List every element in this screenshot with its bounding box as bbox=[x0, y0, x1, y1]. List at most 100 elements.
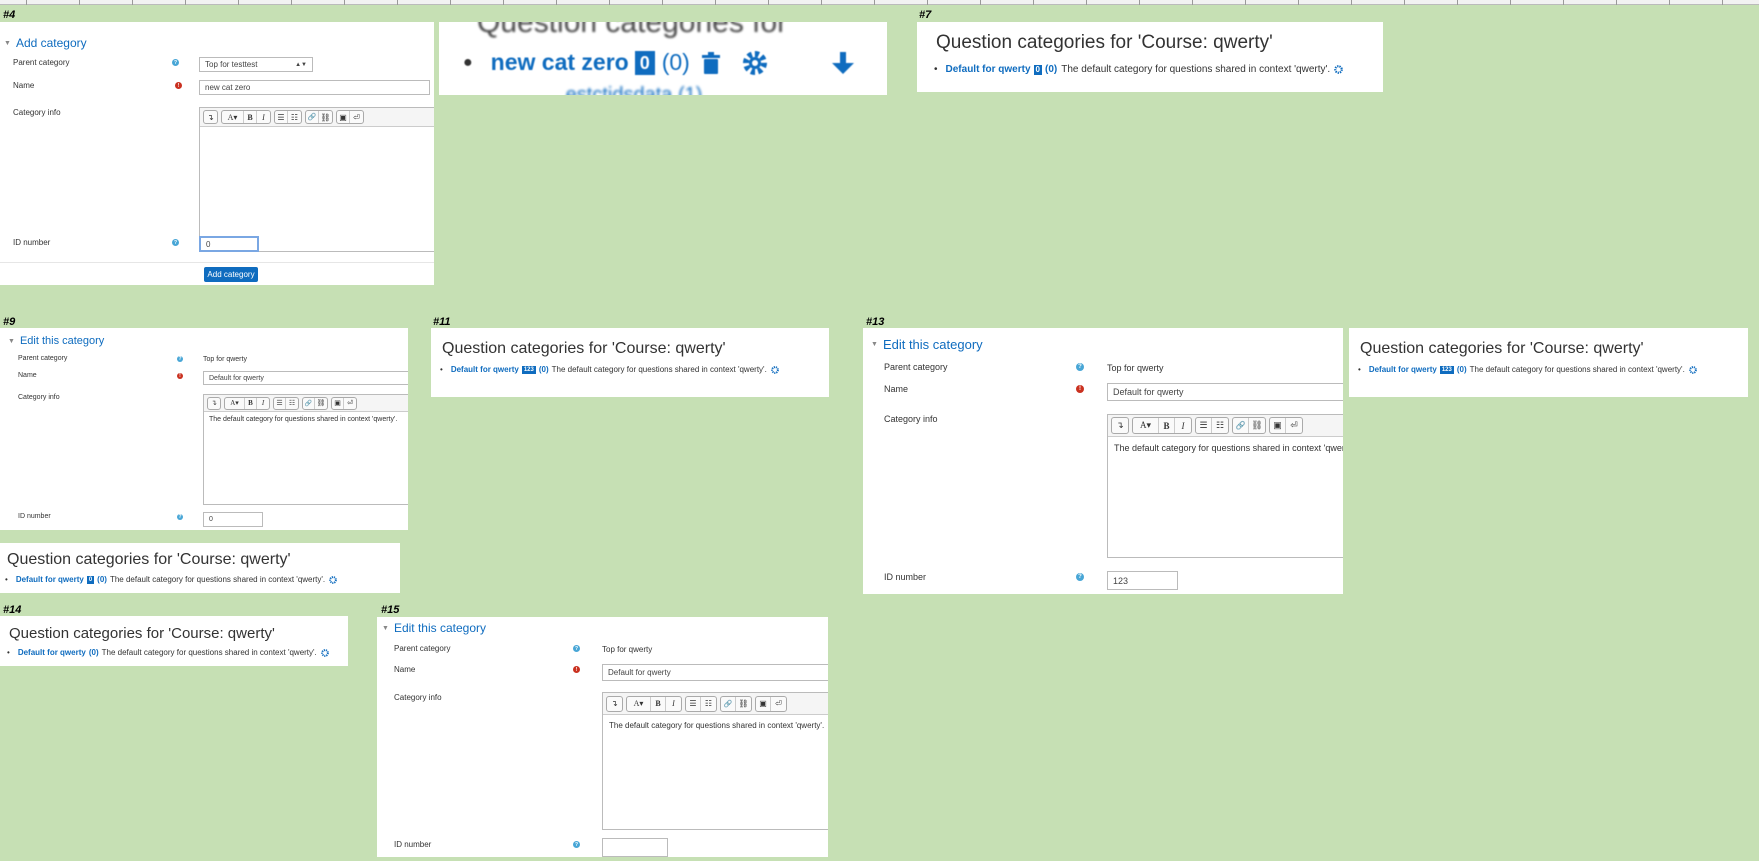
unordered-list-button[interactable]: ☰ bbox=[1196, 418, 1212, 433]
id-number-input[interactable]: 0 bbox=[199, 236, 259, 252]
screenshot-label-9: #9 bbox=[3, 316, 16, 328]
id-number-input[interactable] bbox=[602, 838, 668, 857]
image-button[interactable]: ▣ bbox=[1270, 418, 1286, 433]
add-category-button[interactable]: Add category bbox=[204, 267, 258, 282]
editor-content[interactable]: The default category for questions share… bbox=[204, 412, 408, 427]
form-legend[interactable]: ▼ Edit this category bbox=[8, 335, 104, 347]
font-style-button[interactable]: A▾ bbox=[1133, 418, 1159, 433]
question-categories-panel: Question categories for 'Course: qwerty'… bbox=[431, 328, 829, 397]
media-button[interactable]: ⏎ bbox=[350, 111, 363, 123]
link-button[interactable]: 🔗 bbox=[303, 397, 315, 409]
link-button[interactable]: 🔗 bbox=[1233, 418, 1249, 433]
link-button[interactable]: 🔗 bbox=[721, 696, 736, 711]
bold-button[interactable]: B bbox=[651, 696, 666, 711]
category-description: The default category for questions share… bbox=[101, 648, 317, 657]
media-button[interactable]: ⏎ bbox=[771, 697, 786, 711]
unlink-button[interactable]: ⛓ bbox=[736, 697, 751, 711]
unordered-list-button[interactable]: ☰ bbox=[275, 111, 288, 123]
editor-content[interactable]: The default category for questions share… bbox=[603, 715, 828, 736]
help-icon[interactable]: ? bbox=[1076, 363, 1084, 371]
name-input[interactable]: Default for qwerty bbox=[602, 664, 828, 681]
category-link[interactable]: Default for qwerty bbox=[946, 64, 1031, 75]
category-info-editor[interactable]: ↴ A▾ B I ☰ ☷ 🔗 ⛓ ▣ ⏎ The default category for… bbox=[203, 394, 408, 505]
help-icon[interactable]: ? bbox=[172, 59, 179, 66]
gear-icon[interactable] bbox=[329, 575, 337, 584]
bold-button[interactable]: B bbox=[244, 111, 257, 123]
italic-button[interactable]: I bbox=[257, 398, 269, 409]
name-label: Name bbox=[13, 81, 35, 90]
parent-category-label: Parent category bbox=[18, 355, 68, 362]
ruler-tick bbox=[715, 0, 716, 5]
id-number-input[interactable]: 0 bbox=[203, 512, 263, 527]
trash-icon[interactable] bbox=[700, 51, 722, 75]
font-style-button[interactable]: A▾ bbox=[225, 397, 245, 409]
category-link[interactable]: new cat zero bbox=[491, 49, 629, 76]
media-button[interactable]: ⏎ bbox=[344, 398, 356, 409]
help-icon[interactable]: ? bbox=[177, 356, 183, 362]
gear-icon[interactable] bbox=[742, 50, 768, 76]
bold-button[interactable]: B bbox=[1159, 418, 1175, 433]
question-count: (0) bbox=[661, 49, 690, 75]
italic-button[interactable]: I bbox=[257, 111, 270, 123]
category-link[interactable]: Default for qwerty bbox=[16, 575, 84, 584]
category-link[interactable]: Default for qwerty bbox=[1369, 365, 1437, 374]
category-info-editor[interactable]: ↴ A▾ B I ☰ ☷ 🔗 ⛓ ▣ ⏎ The default category for… bbox=[1107, 414, 1343, 558]
editor-content[interactable] bbox=[200, 127, 434, 139]
gear-icon[interactable] bbox=[320, 648, 329, 657]
font-style-button[interactable]: A▾ bbox=[222, 111, 244, 123]
page-title: Question categories for 'Course: qwerty' bbox=[936, 32, 1273, 53]
form-legend[interactable]: ▼ Edit this category bbox=[382, 621, 486, 635]
link-button[interactable]: 🔗 bbox=[306, 111, 319, 123]
help-icon[interactable]: ? bbox=[172, 239, 179, 246]
help-icon[interactable]: ? bbox=[177, 514, 183, 520]
italic-button[interactable]: I bbox=[1175, 418, 1191, 433]
name-input[interactable]: Default for qwerty bbox=[1107, 383, 1343, 401]
image-button[interactable]: ▣ bbox=[337, 111, 350, 123]
ruler-tick bbox=[768, 0, 769, 5]
category-info-editor[interactable]: ↴ A▾ B I ☰ ☷ 🔗 ⛓ ▣ ⏎ The default category for… bbox=[602, 692, 828, 830]
ordered-list-button[interactable]: ☷ bbox=[288, 111, 301, 123]
media-button[interactable]: ⏎ bbox=[1286, 418, 1302, 433]
name-input[interactable]: new cat zero bbox=[199, 80, 430, 95]
help-icon[interactable]: ? bbox=[1076, 573, 1084, 581]
name-input[interactable]: Default for qwerty bbox=[203, 371, 408, 385]
font-style-button[interactable]: A▾ bbox=[627, 696, 651, 711]
screenshot-label-11: #11 bbox=[433, 316, 451, 328]
gear-icon[interactable] bbox=[1688, 365, 1697, 374]
unordered-list-button[interactable]: ☰ bbox=[274, 397, 286, 409]
parent-category-select[interactable]: Top for testtest ▲▼ bbox=[199, 57, 313, 72]
arrow-down-icon[interactable] bbox=[830, 50, 856, 76]
form-legend[interactable]: ▼ Add category bbox=[4, 36, 87, 50]
unordered-list-button[interactable]: ☰ bbox=[686, 696, 701, 711]
category-info-editor[interactable]: ↴ A▾ B I ☰ ☷ 🔗 ⛓ ▣ ⏎ bbox=[199, 107, 434, 252]
edit-category-form: ▼ Edit this category Parent category ? T… bbox=[0, 328, 408, 530]
image-button[interactable]: ▣ bbox=[332, 397, 344, 409]
parent-category-label: Parent category bbox=[394, 644, 451, 653]
ordered-list-button[interactable]: ☷ bbox=[1212, 418, 1228, 433]
help-icon[interactable]: ? bbox=[573, 841, 580, 848]
image-button[interactable]: ▣ bbox=[756, 696, 771, 711]
collapse-caret-icon: ▼ bbox=[8, 337, 15, 345]
zoomed-list-item: ● new cat zero 0 (0) bbox=[463, 49, 856, 76]
collapse-toolbar-button[interactable]: ↴ bbox=[204, 111, 217, 123]
form-legend[interactable]: ▼ Edit this category bbox=[871, 337, 983, 352]
ordered-list-button[interactable]: ☷ bbox=[701, 697, 716, 711]
collapse-toolbar-button[interactable]: ↴ bbox=[208, 398, 220, 409]
editor-content[interactable]: The default category for questions share… bbox=[1108, 437, 1343, 459]
collapse-toolbar-button[interactable]: ↴ bbox=[1112, 418, 1128, 433]
collapse-caret-icon: ▼ bbox=[382, 624, 389, 632]
category-link[interactable]: Default for qwerty bbox=[18, 648, 86, 657]
unlink-button[interactable]: ⛓ bbox=[315, 398, 327, 409]
help-icon[interactable]: ? bbox=[573, 645, 580, 652]
id-number-input[interactable]: 123 bbox=[1107, 571, 1178, 590]
collapse-toolbar-button[interactable]: ↴ bbox=[607, 697, 622, 711]
gear-icon[interactable] bbox=[770, 365, 779, 374]
ordered-list-button[interactable]: ☷ bbox=[286, 398, 298, 409]
gear-icon[interactable] bbox=[1334, 65, 1344, 74]
bold-button[interactable]: B bbox=[245, 397, 257, 409]
category-link[interactable]: Default for qwerty bbox=[451, 365, 519, 374]
unlink-button[interactable]: ⛓ bbox=[319, 111, 332, 123]
unlink-button[interactable]: ⛓ bbox=[1249, 418, 1265, 433]
screenshot-label-4: #4 bbox=[3, 9, 16, 21]
italic-button[interactable]: I bbox=[666, 697, 681, 711]
